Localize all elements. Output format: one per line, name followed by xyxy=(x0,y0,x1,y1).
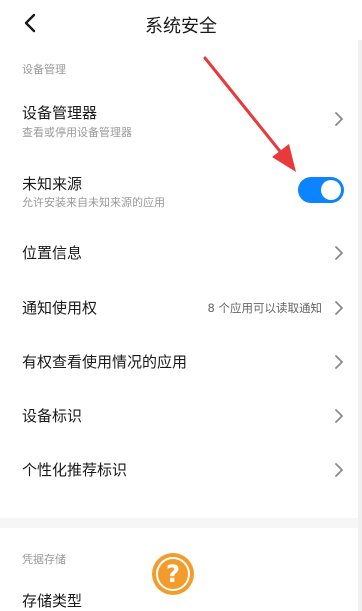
section-title-device-admin: 设备管理 xyxy=(22,63,66,76)
unknown-sources-toggle[interactable] xyxy=(298,177,344,203)
personalized-ads-row[interactable]: 个性化推荐标识 xyxy=(0,446,362,492)
device-manager-row[interactable]: 设备管理器 查看或停用设备管理器 xyxy=(0,92,362,146)
page-title: 系统安全 xyxy=(145,16,217,37)
section-title-credential-storage: 凭据存储 xyxy=(22,553,66,566)
location-row[interactable]: 位置信息 xyxy=(0,230,362,276)
chevron-right-icon xyxy=(335,246,343,260)
usage-access-row[interactable]: 有权查看使用情况的应用 xyxy=(0,338,362,384)
chevron-right-icon xyxy=(335,409,343,423)
device-id-row[interactable]: 设备标识 xyxy=(0,392,362,438)
help-icon: ? xyxy=(152,553,194,595)
header: 系统安全 xyxy=(0,0,362,48)
unknown-sources-row: 未知来源 允许安装来自未知来源的应用 xyxy=(0,165,362,215)
toggle-knob xyxy=(321,180,341,200)
unknown-sources-subtitle: 允许安装来自未知来源的应用 xyxy=(22,196,165,209)
chevron-right-icon xyxy=(335,355,343,369)
device-id-label: 设备标识 xyxy=(22,407,83,425)
unknown-sources-label: 未知来源 xyxy=(22,175,83,193)
personalized-ads-label: 个性化推荐标识 xyxy=(22,461,128,479)
section-divider xyxy=(0,518,362,528)
chevron-right-icon xyxy=(335,463,343,477)
chevron-right-icon xyxy=(335,112,343,126)
storage-type-label: 存储类型 xyxy=(22,592,83,610)
chevron-right-icon xyxy=(335,301,343,315)
notification-access-label: 通知使用权 xyxy=(22,299,98,317)
help-symbol: ? xyxy=(166,560,180,588)
notification-access-row[interactable]: 通知使用权 8 个应用可以读取通知 xyxy=(0,284,362,330)
scroll-edge xyxy=(358,40,362,611)
notification-access-value: 8 个应用可以读取通知 xyxy=(207,301,322,315)
device-manager-label: 设备管理器 xyxy=(22,104,98,122)
usage-access-label: 有权查看使用情况的应用 xyxy=(22,353,188,371)
location-label: 位置信息 xyxy=(22,244,83,262)
device-manager-subtitle: 查看或停用设备管理器 xyxy=(22,126,132,139)
